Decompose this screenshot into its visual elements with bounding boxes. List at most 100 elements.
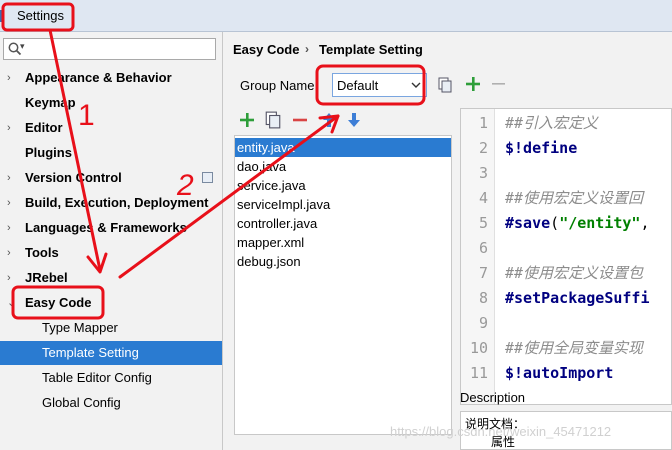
code-line: $!autoImport — [505, 361, 613, 386]
sidebar-item[interactable]: › Appearance & Behavior — [0, 66, 222, 90]
sidebar-item-label: Tools — [25, 245, 59, 260]
chevron-right-icon[interactable]: › — [7, 216, 11, 240]
arrow-down-icon[interactable] — [345, 111, 363, 129]
sidebar-subitem-label: Template Setting — [42, 345, 139, 360]
code-line: #save("/entity", — [505, 211, 650, 236]
template-file-item[interactable]: serviceImpl.java — [235, 195, 451, 214]
sidebar-subitem[interactable]: Template Setting — [0, 341, 222, 365]
sidebar-item[interactable]: › Build, Execution, Deployment — [0, 191, 222, 215]
template-file-item[interactable]: service.java — [235, 176, 451, 195]
sidebar-item-label: Languages & Frameworks — [25, 220, 187, 235]
sidebar-subitem-label: Global Config — [42, 395, 121, 410]
app-icon — [0, 10, 4, 22]
copy-icon[interactable] — [437, 77, 453, 93]
chevron-right-icon[interactable]: › — [7, 191, 11, 215]
chevron-right-icon[interactable]: ⌄ — [7, 291, 16, 315]
line-number: 7 — [478, 264, 488, 282]
main-panel: Easy Code › Template Setting Group Name:… — [224, 32, 672, 450]
line-number: 4 — [478, 189, 488, 207]
sidebar-item-label: Editor — [25, 120, 63, 135]
code-token: #setPackageSuffi — [505, 289, 650, 307]
sidebar-item-label: Appearance & Behavior — [25, 70, 172, 85]
code-line: ##使用宏定义设置包 — [505, 261, 643, 286]
template-file-item[interactable]: dao.java — [235, 157, 451, 176]
code-line: ##引入宏定义 — [505, 111, 598, 136]
chevron-down-icon — [411, 82, 421, 88]
code-line: $!define — [505, 136, 577, 161]
line-number-gutter: 1 2 3 4 5 6 7 8 9 10 11 — [461, 109, 495, 404]
sidebar-item[interactable]: › Editor — [0, 116, 222, 140]
line-number: 1 — [478, 114, 488, 132]
code-line: #setPackageSuffi — [505, 286, 650, 311]
template-file-item[interactable]: controller.java — [235, 214, 451, 233]
sidebar-subitem[interactable]: Table Editor Config — [0, 366, 222, 390]
line-number: 10 — [469, 339, 488, 357]
chevron-right-icon[interactable]: › — [7, 116, 11, 140]
remove-icon[interactable] — [490, 75, 508, 93]
line-number: 9 — [478, 314, 488, 332]
template-file-item[interactable]: entity.java — [235, 138, 451, 157]
code-token: $!define — [505, 139, 578, 157]
settings-sidebar: ▾ › Appearance & Behavior Keymap › Editor Plu… — [0, 32, 223, 450]
sidebar-item[interactable]: ⌄ Easy Code — [0, 291, 222, 315]
code-token: ##使用宏定义设置回 — [505, 189, 644, 207]
line-number: 8 — [478, 289, 488, 307]
code-token: ##引入宏定义 — [505, 114, 599, 132]
line-number: 2 — [478, 139, 488, 157]
arrow-up-icon[interactable] — [320, 111, 338, 129]
sidebar-item[interactable]: Keymap — [0, 91, 222, 115]
line-number: 3 — [478, 164, 488, 182]
template-file-item[interactable]: debug.json — [235, 252, 451, 271]
window-title: Settings — [17, 8, 64, 23]
sidebar-item[interactable]: › Languages & Frameworks — [0, 216, 222, 240]
search-input[interactable]: ▾ — [3, 38, 216, 60]
code-token: , — [640, 214, 650, 232]
chevron-right-icon[interactable]: › — [7, 241, 11, 265]
sidebar-item-label: Plugins — [25, 145, 72, 160]
line-number: 6 — [478, 239, 488, 257]
project-settings-icon — [202, 172, 213, 183]
code-token: $!autoImport — [505, 364, 614, 382]
sidebar-subitem[interactable]: Type Mapper — [0, 316, 222, 340]
template-file-list: entity.java dao.java service.java serviceIm… — [234, 135, 452, 435]
group-name-select[interactable]: Default — [332, 73, 427, 97]
chevron-right-icon[interactable]: › — [7, 266, 11, 290]
watermark: https://blog.csdn.net/weixin_45471212 — [390, 424, 612, 439]
sidebar-item-label: Easy Code — [25, 295, 92, 310]
remove-icon[interactable] — [291, 111, 309, 129]
line-number: 11 — [469, 364, 488, 382]
group-name-value: Default — [337, 78, 379, 93]
description-label: Description — [460, 390, 526, 405]
breadcrumb-separator: › — [305, 42, 309, 56]
sidebar-item-label: JRebel — [25, 270, 68, 285]
code-token: ##使用全局变量实现 — [505, 339, 644, 357]
sidebar-item-label: Version Control — [25, 170, 122, 185]
sidebar-item[interactable]: › Version Control — [0, 166, 222, 190]
template-code-editor[interactable]: 1 2 3 4 5 6 7 8 9 10 11 ##引入宏定义 $!define ##使用宏定义设置回 #… — [460, 108, 672, 405]
breadcrumb-parent: Easy Code — [233, 42, 300, 57]
code-token: ##使用宏定义设置包 — [505, 264, 644, 282]
sidebar-subitem-label: Table Editor Config — [42, 370, 152, 385]
template-file-item[interactable]: mapper.xml — [235, 233, 451, 252]
code-line: ##使用宏定义设置回 — [505, 186, 643, 211]
sidebar-subitem-label: Type Mapper — [42, 320, 118, 335]
add-icon[interactable] — [464, 75, 482, 93]
chevron-down-icon[interactable]: ▾ — [20, 41, 25, 52]
chevron-right-icon[interactable]: › — [7, 66, 11, 90]
sidebar-item[interactable]: › Tools — [0, 241, 222, 265]
group-name-label: Group Name: — [240, 78, 319, 93]
line-number: 5 — [478, 214, 488, 232]
copy-icon[interactable] — [264, 111, 282, 129]
title-bar: Settings — [0, 0, 672, 32]
add-icon[interactable] — [238, 111, 256, 129]
sidebar-item[interactable]: Plugins — [0, 141, 222, 165]
code-token: "/entity" — [559, 214, 641, 232]
chevron-right-icon[interactable]: › — [7, 166, 11, 190]
breadcrumb-current: Template Setting — [319, 42, 423, 57]
sidebar-item-label: Build, Execution, Deployment — [25, 195, 209, 210]
sidebar-subitem[interactable]: Global Config — [0, 391, 222, 415]
sidebar-item-label: Keymap — [25, 95, 76, 110]
code-token: ( — [550, 214, 560, 232]
code-line: ##使用全局变量实现 — [505, 336, 643, 361]
sidebar-item[interactable]: › JRebel — [0, 266, 222, 290]
